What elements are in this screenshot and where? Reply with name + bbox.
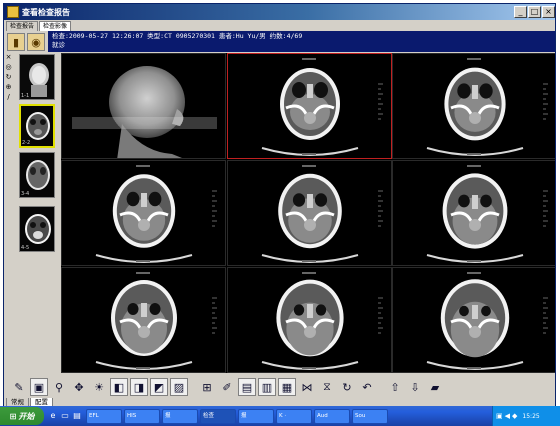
flip-horizontal-icon[interactable]: ⋈ (298, 378, 316, 396)
arrow-down-icon[interactable]: ⇩ (406, 378, 424, 396)
series-thumbnail-coronal[interactable]: 3-4 (19, 152, 55, 198)
layout-2-icon[interactable]: ▥ (258, 378, 276, 396)
volume-icon[interactable]: ◀ (505, 412, 510, 420)
series-thumbnail-bone[interactable]: 4-5 (19, 206, 55, 252)
taskbar-item[interactable]: HIS (124, 408, 160, 424)
contrast-icon[interactable]: ◨ (130, 378, 148, 396)
study-info-text: 检查:2009-05-27 12:26:07 类型:CT 0905270301 … (52, 32, 303, 40)
taskbar-item[interactable]: 报 (238, 408, 274, 424)
windows-taskbar: ⊞ 开始 e ▭ ▤ EFL HIS 报 检查 报 K · Aud Sou ▣ … (0, 406, 560, 426)
taskbar-item[interactable]: EFL (86, 408, 122, 424)
add-icon[interactable]: ⊕ (5, 84, 12, 91)
measure-icon[interactable]: ✐ (218, 378, 236, 396)
image-cell-slice-6[interactable] (61, 267, 226, 373)
scout-image (72, 66, 217, 158)
left-tool-strip: × ◎ ↻ ⊕ / (4, 52, 13, 352)
flip-vertical-icon[interactable]: ⧖ (318, 378, 336, 396)
taskbar-item[interactable]: 报 (162, 408, 198, 424)
arrow-up-icon[interactable]: ⇧ (386, 378, 404, 396)
view-tabs: 检查报告 检查影像 (4, 20, 555, 31)
ct-slice-image (426, 58, 548, 156)
ct-slice-image (95, 165, 217, 263)
image-cell-scout[interactable] (61, 53, 226, 159)
refresh-icon[interactable]: ↻ (5, 74, 12, 81)
line-icon[interactable]: / (5, 94, 12, 101)
study-info-bar: 检查:2009-05-27 12:26:07 类型:CT 0905270301 … (48, 31, 555, 52)
minimize-button[interactable]: _ (514, 6, 527, 18)
image-cell-slice-7[interactable] (227, 267, 392, 373)
taskbar-item[interactable]: Sou (352, 408, 388, 424)
main-window: 查看检查报告 _ □ × 检查报告 检查影像 ▮ ◉ 检查:2009-05-27… (3, 3, 556, 421)
image-cell-slice-3[interactable] (61, 160, 226, 266)
close-series-icon[interactable]: × (5, 54, 12, 61)
thumbnail-label: 2-2 (22, 140, 31, 146)
patient-folder-icon[interactable]: ▮ (7, 33, 25, 51)
windows-logo-icon: ⊞ (9, 411, 17, 421)
network-icon[interactable]: ▣ (496, 412, 503, 420)
ct-slice-image (426, 165, 548, 263)
brightness-icon[interactable]: ☀ (90, 378, 108, 396)
thumbnail-label: 1-1 (21, 93, 30, 99)
tab-images[interactable]: 检查影像 (39, 21, 72, 31)
target-icon[interactable]: ◎ (5, 64, 12, 71)
user-icon[interactable]: ◉ (27, 33, 45, 51)
rotate-cw-icon[interactable]: ↻ (338, 378, 356, 396)
title-bar[interactable]: 查看检查报告 _ □ × (4, 4, 555, 20)
print-icon[interactable]: ▰ (426, 378, 444, 396)
desktop-icon[interactable]: ▭ (60, 411, 70, 421)
taskbar-items: EFL HIS 报 检查 报 K · Aud Sou (86, 408, 388, 424)
image-cell-slice-4[interactable] (227, 160, 392, 266)
image-cell-slice-1[interactable] (227, 53, 392, 159)
image-tools-toolbar: ✎ ▣ ⚲ ✥ ☀ ◧ ◨ ◩ ▨ ⊞ ✐ ▤ ▥ ▦ ⋈ ⧖ ↻ ↶ ⇧ ⇩ … (4, 376, 555, 398)
window-title: 查看检查报告 (22, 7, 70, 17)
grid-layout-icon[interactable]: ⊞ (198, 378, 216, 396)
top-toolbar: ▮ ◉ (4, 31, 48, 53)
rotate-image-icon[interactable]: ◩ (150, 378, 168, 396)
maximize-button[interactable]: □ (528, 6, 541, 18)
layout-4-icon[interactable]: ▦ (278, 378, 296, 396)
series-thumbnail-scout[interactable]: 1-1 (19, 54, 55, 100)
undo-icon[interactable]: ↶ (358, 378, 376, 396)
thumbnail-label: 3-4 (21, 191, 30, 197)
color-map-icon[interactable]: ▨ (170, 378, 188, 396)
image-cell-slice-2[interactable] (392, 53, 555, 159)
clock[interactable]: 15:25 (522, 413, 539, 420)
series-thumbnail-axial[interactable]: 2-2 (19, 104, 55, 148)
image-cell-slice-8[interactable] (392, 267, 555, 373)
pen-icon[interactable]: ✎ (10, 378, 28, 396)
ie-icon[interactable]: e (48, 411, 58, 421)
taskbar-item[interactable]: 检查 (200, 408, 236, 424)
image-cell-slice-5[interactable] (392, 160, 555, 266)
security-icon[interactable]: ◆ (512, 412, 517, 420)
study-status-text: 就诊 (52, 41, 65, 49)
layout-1-icon[interactable]: ▤ (238, 378, 256, 396)
app-icon (7, 6, 19, 18)
ct-slice-image (95, 272, 217, 370)
close-button[interactable]: × (542, 6, 555, 18)
start-button[interactable]: ⊞ 开始 (0, 407, 44, 425)
pan-icon[interactable]: ✥ (70, 378, 88, 396)
quick-launch: e ▭ ▤ (48, 411, 82, 421)
series-thumbnails-panel: 1-1 2-2 3-4 4-5 (13, 52, 58, 372)
taskbar-item[interactable]: K · (276, 408, 312, 424)
magnifier-icon[interactable]: ⚲ (50, 378, 68, 396)
ct-slice-image (426, 272, 548, 370)
image-viewer-grid[interactable] (61, 53, 555, 373)
start-label: 开始 (18, 411, 35, 421)
thumbnail-label: 4-5 (21, 245, 30, 251)
tab-report[interactable]: 检查报告 (6, 21, 39, 31)
folder-icon[interactable]: ▤ (72, 411, 82, 421)
system-tray: ▣ ◀ ◆ 15:25 (492, 406, 560, 426)
window-level-icon[interactable]: ▣ (30, 378, 48, 396)
invert-icon[interactable]: ◧ (110, 378, 128, 396)
ct-slice-image (261, 272, 383, 370)
ct-slice-image (261, 58, 383, 156)
ct-slice-image (261, 165, 383, 263)
taskbar-item[interactable]: Aud (314, 408, 350, 424)
